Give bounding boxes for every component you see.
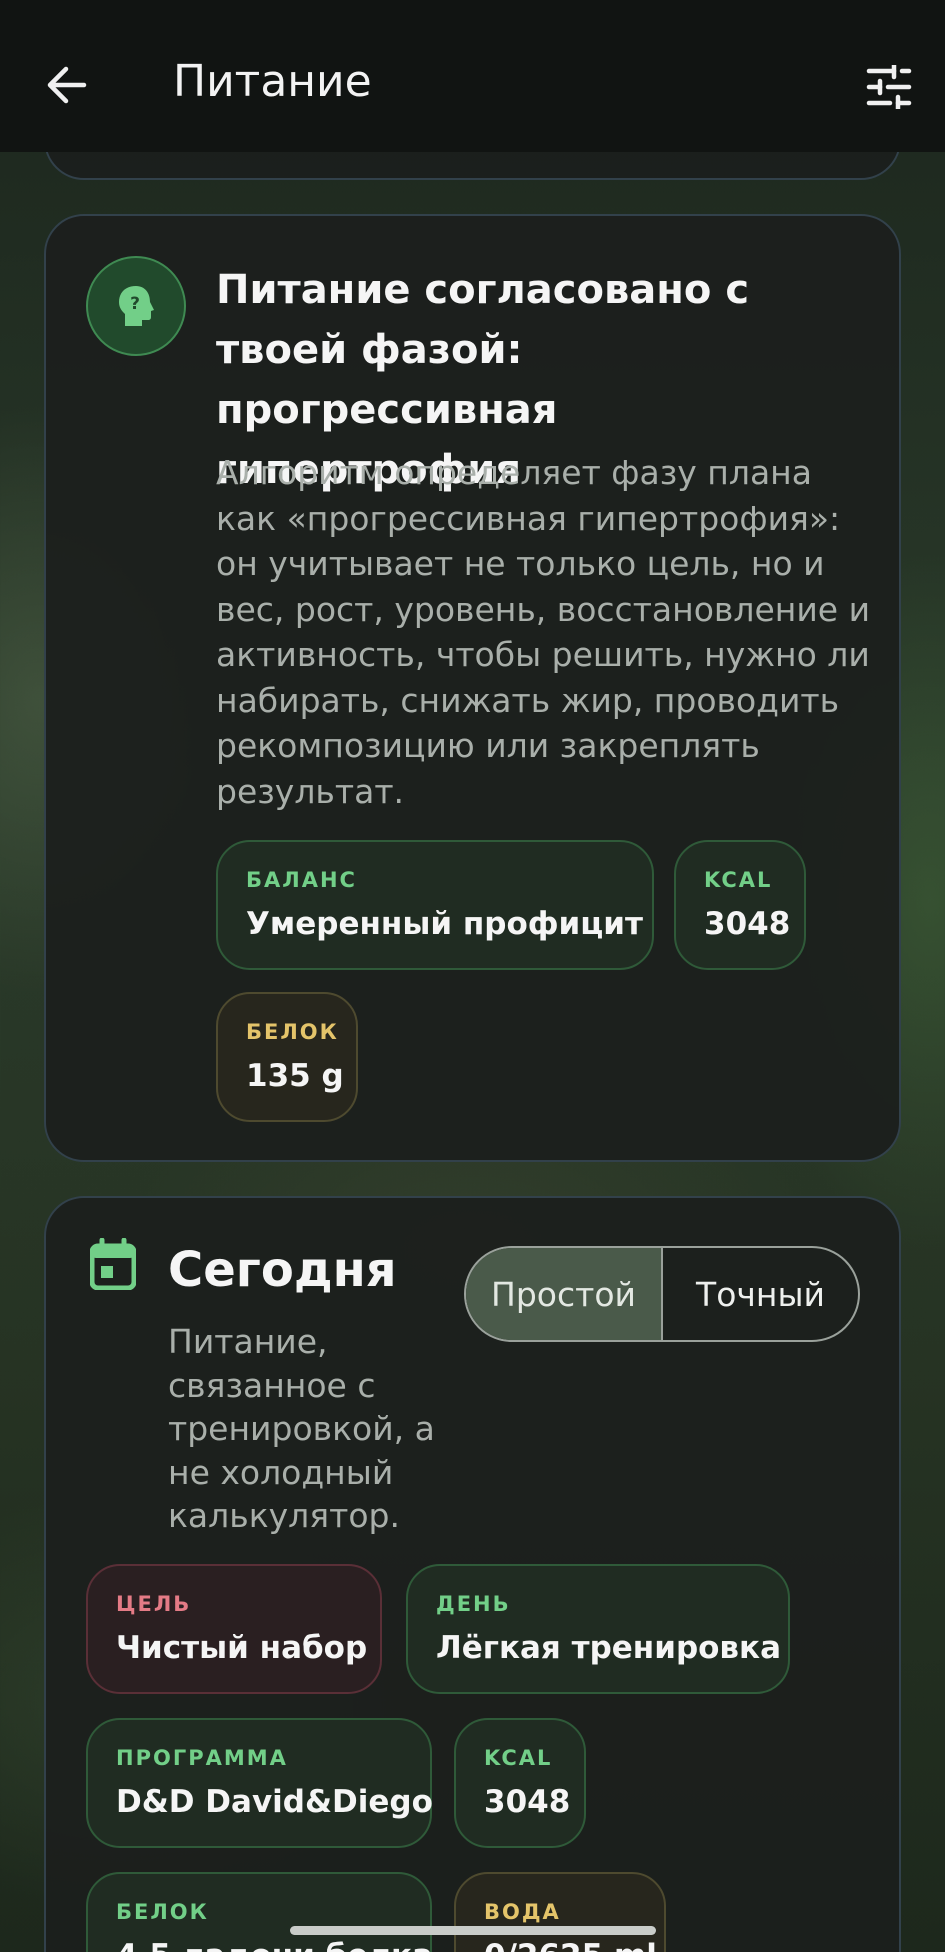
chip-value: 135 g [246, 1058, 344, 1094]
head-question-icon: ? [119, 286, 154, 326]
chip-kcal: KCAL 3048 [674, 840, 806, 970]
back-button[interactable] [36, 55, 96, 115]
chip-label: KCAL [484, 1746, 553, 1770]
arrow-left-icon [47, 66, 87, 104]
mode-toggle: Простой Точный [464, 1246, 860, 1342]
chip-goal: ЦЕЛЬ Чистый набор [86, 1564, 382, 1694]
chip-label: БЕЛОК [116, 1900, 209, 1924]
chip-label: БЕЛОК [246, 1020, 339, 1044]
mode-simple-button[interactable]: Простой [466, 1248, 663, 1340]
sliders-icon [866, 65, 912, 109]
chip-label: ЦЕЛЬ [116, 1592, 192, 1616]
chip-label: ДЕНЬ [436, 1592, 511, 1616]
chip-value: 3048 [704, 906, 791, 942]
chip-label: ВОДА [484, 1900, 561, 1924]
chip-balance: БАЛАНС Умеренный профицит [216, 840, 654, 970]
chip-value: 4.5 ладони белка [116, 1938, 433, 1952]
today-description: Питание, связанное с тренировкой, а не х… [168, 1322, 435, 1535]
chip-water: ВОДА 0/2625 ml [454, 1872, 666, 1952]
today-card: Сегодня Питание, связанное с тренировкой… [44, 1196, 901, 1952]
chip-value: D&D David&Diego [116, 1784, 433, 1820]
chip-value: Лёгкая тренировка [436, 1630, 782, 1666]
today-title: Сегодня [168, 1242, 397, 1298]
chip-value: Умеренный профицит [246, 906, 643, 942]
chip-value: 3048 [484, 1784, 571, 1820]
home-indicator [290, 1926, 656, 1935]
filter-button[interactable] [857, 55, 921, 119]
chip-value: Чистый набор [116, 1630, 368, 1666]
chip-value: 0/2625 ml [484, 1938, 657, 1952]
calendar-icon [90, 1238, 136, 1290]
phase-description: Алгоритм определяет фазу плана как «прог… [216, 453, 871, 811]
chip-kcal: KCAL 3048 [454, 1718, 586, 1848]
chip-label: ПРОГРАММА [116, 1746, 288, 1770]
mode-precise-button[interactable]: Точный [663, 1248, 858, 1340]
chip-protein: БЕЛОК 4.5 ладони белка [86, 1872, 433, 1952]
phase-badge: ? [86, 256, 186, 356]
svg-text:?: ? [130, 294, 140, 314]
phase-card: ? Питание согласовано с твоей фазой: про… [44, 214, 901, 1162]
chip-program: ПРОГРАММА D&D David&Diego [86, 1718, 433, 1848]
chip-label: БАЛАНС [246, 868, 357, 892]
top-app-bar: Питание [0, 0, 945, 152]
page-title: Питание [173, 56, 372, 107]
chip-protein: БЕЛОК 135 g [216, 992, 358, 1122]
chip-day: ДЕНЬ Лёгкая тренировка [406, 1564, 790, 1694]
chip-label: KCAL [704, 868, 773, 892]
